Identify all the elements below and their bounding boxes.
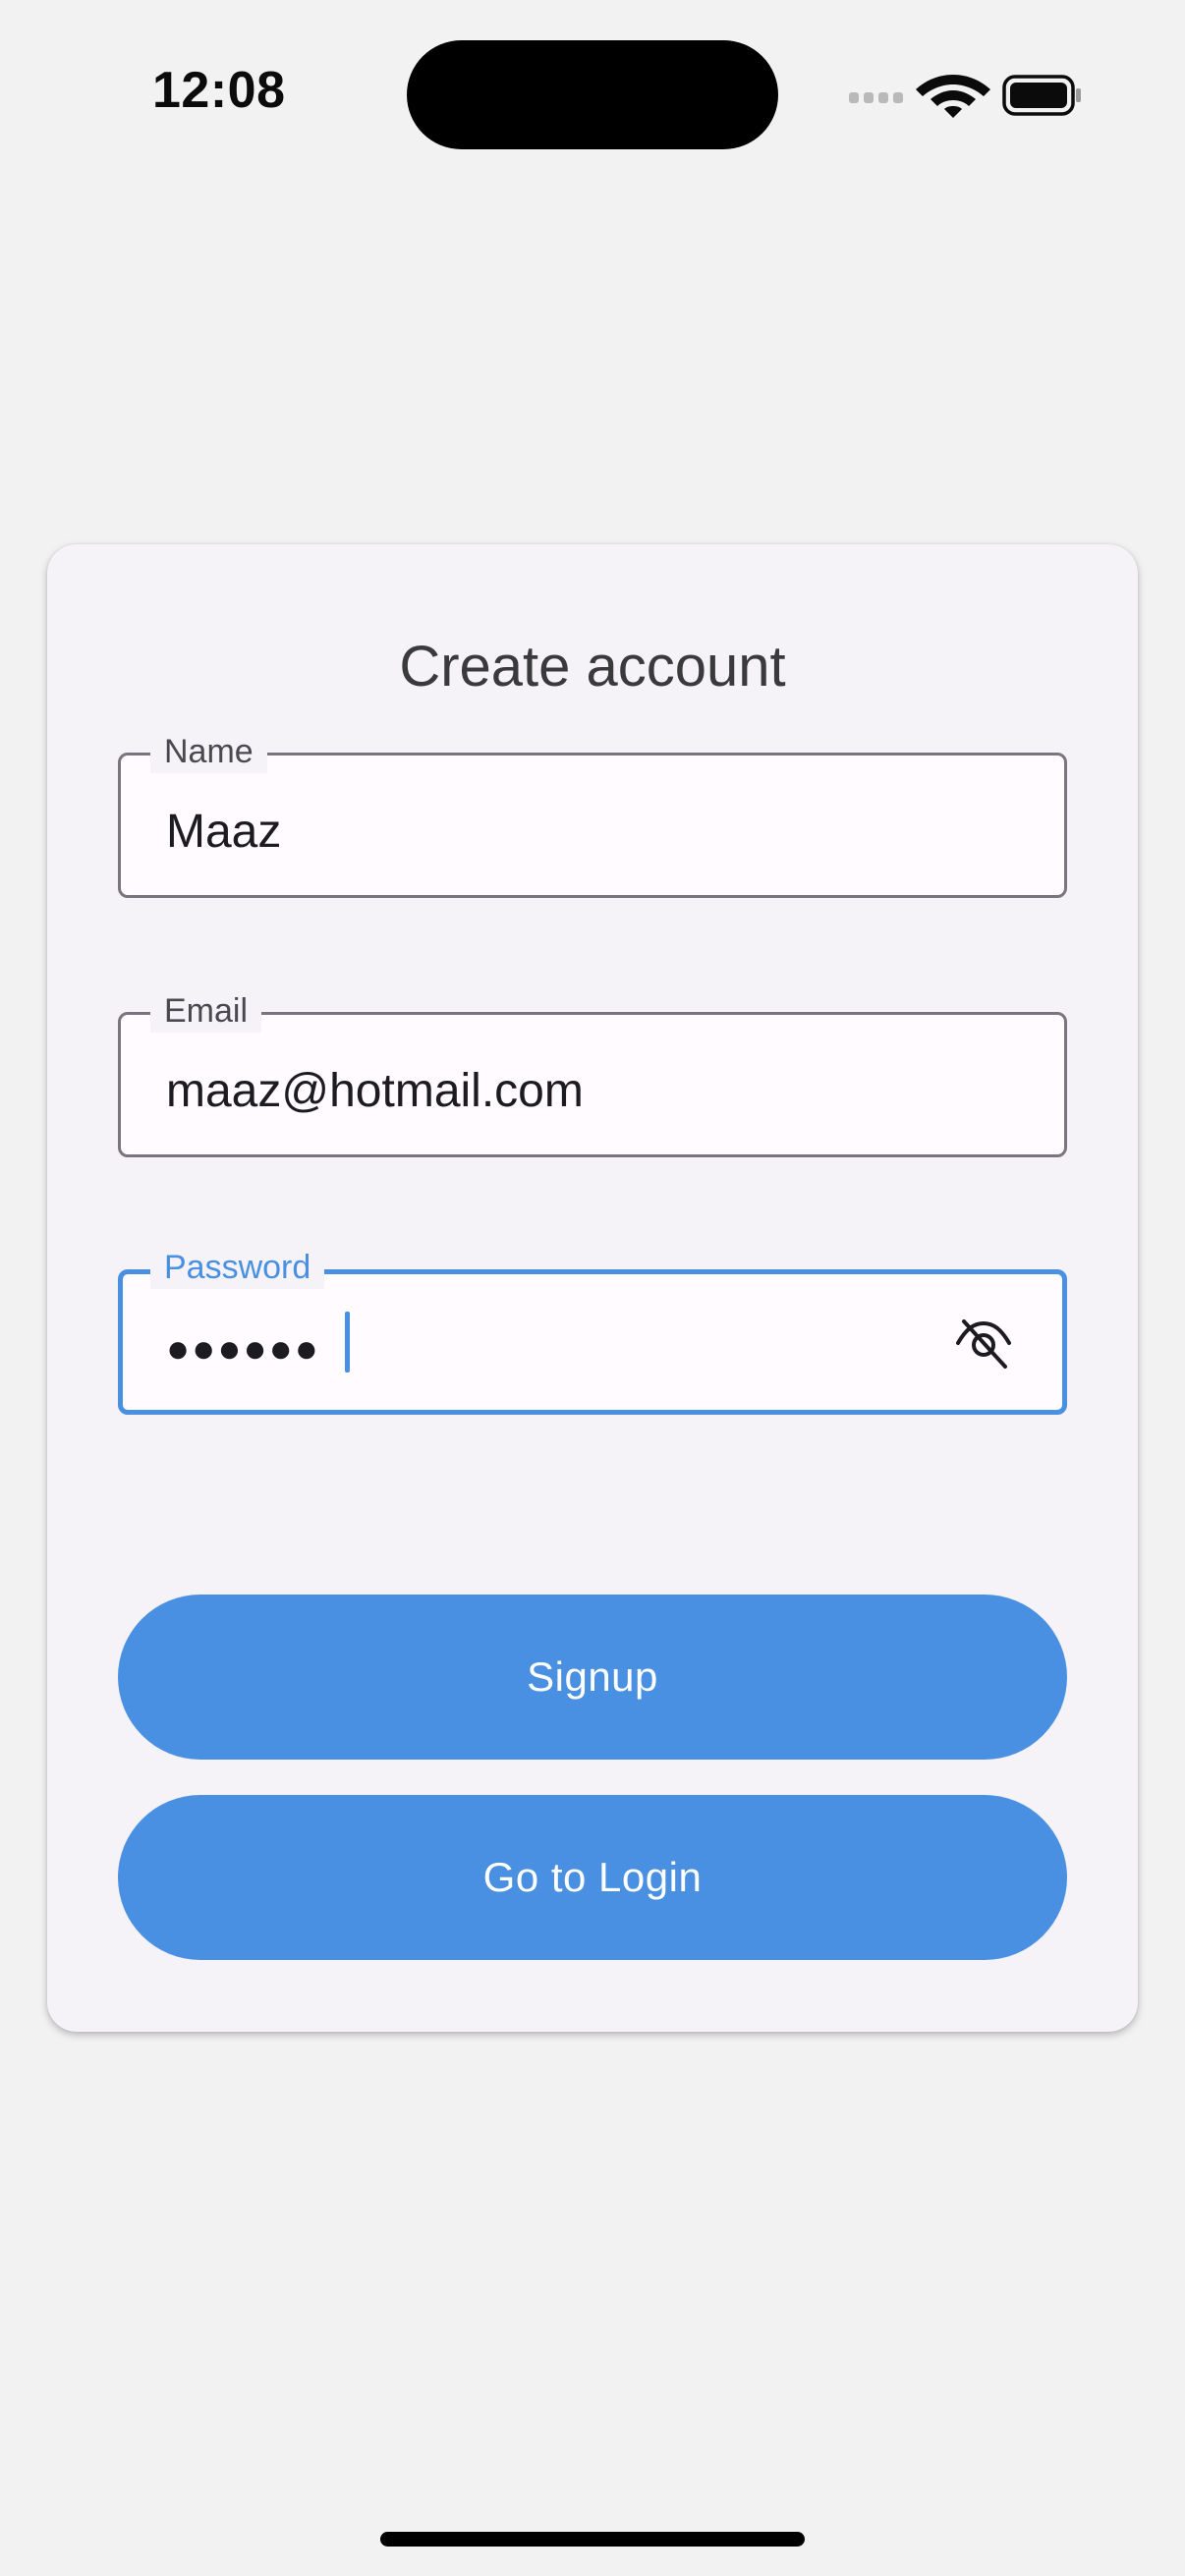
home-indicator — [380, 2532, 805, 2547]
cellular-signal-icon — [849, 92, 903, 103]
status-time: 12:08 — [152, 62, 286, 119]
signup-card: Create account Name Maaz Email maaz@hotm… — [47, 544, 1138, 2032]
name-field-label: Name — [150, 730, 267, 773]
name-field[interactable]: Name Maaz — [118, 730, 1067, 898]
dynamic-island — [407, 40, 778, 149]
name-field-value[interactable]: Maaz — [166, 805, 281, 860]
email-field[interactable]: Email maaz@hotmail.com — [118, 989, 1067, 1157]
email-field-value[interactable]: maaz@hotmail.com — [166, 1064, 584, 1119]
password-field[interactable]: Password ●●●●●● — [118, 1246, 1067, 1415]
email-field-label: Email — [150, 989, 262, 1033]
status-icons — [849, 75, 1081, 118]
wifi-icon — [916, 75, 990, 118]
card-title: Create account — [399, 635, 786, 699]
battery-icon — [1002, 75, 1081, 116]
eye-off-icon[interactable] — [954, 1314, 1013, 1372]
password-field-label: Password — [150, 1246, 325, 1289]
password-field-value[interactable]: ●●●●●● — [166, 1321, 320, 1376]
text-caret — [345, 1312, 350, 1372]
signup-button[interactable]: Signup — [118, 1595, 1067, 1760]
go-to-login-button[interactable]: Go to Login — [118, 1795, 1067, 1960]
